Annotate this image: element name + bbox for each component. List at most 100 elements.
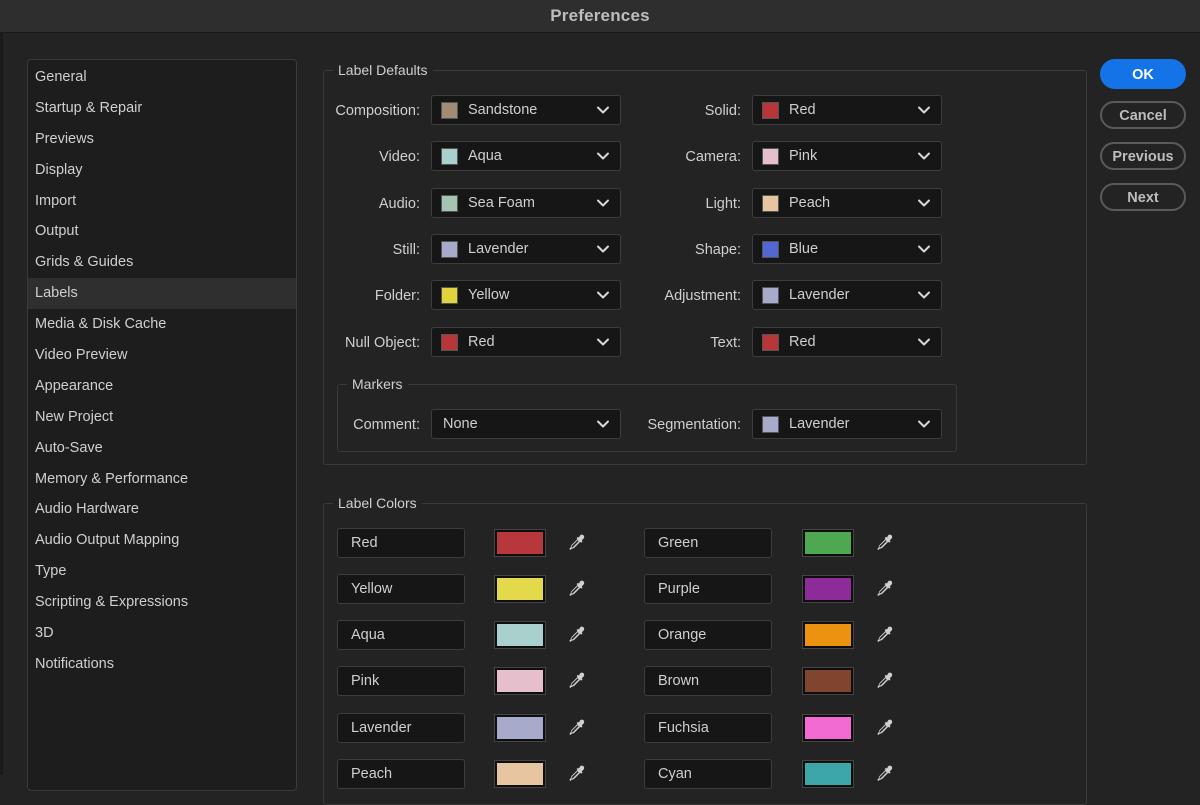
label-color-name-field[interactable]: Green (644, 528, 772, 558)
label-color-name-field[interactable]: Brown (644, 666, 772, 696)
sidebar-item[interactable]: 3D (28, 618, 296, 649)
color-swatch (762, 286, 779, 304)
eyedropper-icon[interactable] (567, 671, 587, 691)
eyedropper-icon[interactable] (875, 579, 895, 599)
dropdown-value: Lavender (468, 241, 529, 257)
label-color-name-field[interactable]: Cyan (644, 759, 772, 789)
eyedropper-icon[interactable] (875, 625, 895, 645)
chevron-down-icon (918, 152, 930, 160)
label-color-swatch[interactable] (494, 575, 546, 603)
eyedropper-icon[interactable] (567, 764, 587, 784)
chevron-down-icon (918, 291, 930, 299)
label-default-dropdown[interactable]: Red (752, 327, 942, 357)
label-color-swatch[interactable] (494, 760, 546, 788)
sidebar-item[interactable]: Audio Output Mapping (28, 525, 296, 556)
sidebar-item[interactable]: Import (28, 186, 296, 217)
sidebar-item[interactable]: Grids & Guides (28, 247, 296, 278)
eyedropper-icon[interactable] (875, 718, 895, 738)
dropdown-value: Red (789, 102, 816, 118)
label-color-swatch[interactable] (802, 714, 854, 742)
label-color-swatch[interactable] (802, 621, 854, 649)
sidebar-item[interactable]: General (28, 62, 296, 93)
segmentation-dropdown[interactable]: Lavender (752, 409, 942, 439)
sidebar-item[interactable]: New Project (28, 402, 296, 433)
eyedropper-icon[interactable] (567, 625, 587, 645)
eyedropper-icon[interactable] (567, 718, 587, 738)
label-color-swatch[interactable] (494, 621, 546, 649)
label-color-swatch[interactable] (802, 575, 854, 603)
dropdown-value: Sea Foam (468, 195, 535, 211)
sidebar-item[interactable]: Scripting & Expressions (28, 587, 296, 618)
comment-dropdown[interactable]: None (431, 409, 621, 439)
chevron-down-icon (918, 106, 930, 114)
eyedropper-icon[interactable] (875, 533, 895, 553)
label-color-name-field[interactable]: Orange (644, 620, 772, 650)
sidebar-item[interactable]: Audio Hardware (28, 494, 296, 525)
comment-label: Comment: (353, 417, 420, 433)
previous-button[interactable]: Previous (1100, 142, 1186, 170)
dropdown-value: Red (468, 334, 495, 350)
label-color-swatch[interactable] (802, 667, 854, 695)
chevron-down-icon (597, 338, 609, 346)
dropdown-value: Sandstone (468, 102, 538, 118)
sidebar-item[interactable]: Appearance (28, 371, 296, 402)
label-default-dropdown[interactable]: Peach (752, 188, 942, 218)
label-default-dropdown[interactable]: Sandstone (431, 95, 621, 125)
label-default-name: Camera: (685, 149, 741, 165)
sidebar-item[interactable]: Video Preview (28, 340, 296, 371)
dropdown-value: Red (789, 334, 816, 350)
sidebar-item[interactable]: Output (28, 216, 296, 247)
color-swatch (441, 240, 458, 258)
next-button[interactable]: Next (1100, 183, 1186, 211)
color-swatch (441, 101, 458, 119)
ok-button[interactable]: OK (1100, 59, 1186, 89)
eyedropper-icon[interactable] (875, 671, 895, 691)
color-swatch (441, 194, 458, 212)
label-default-dropdown[interactable]: Pink (752, 141, 942, 171)
sidebar-item[interactable]: Type (28, 556, 296, 587)
label-default-dropdown[interactable]: Sea Foam (431, 188, 621, 218)
label-default-dropdown[interactable]: Blue (752, 234, 942, 264)
label-default-name: Still: (392, 242, 420, 258)
label-color-swatch[interactable] (494, 667, 546, 695)
segmentation-swatch (762, 415, 779, 433)
label-default-name: Video: (379, 149, 420, 165)
sidebar-item[interactable]: Auto-Save (28, 433, 296, 464)
chevron-down-icon (918, 338, 930, 346)
label-default-dropdown[interactable]: Red (752, 95, 942, 125)
label-color-name-field[interactable]: Fuchsia (644, 713, 772, 743)
eyedropper-icon[interactable] (875, 764, 895, 784)
label-color-name-field[interactable]: Pink (337, 666, 465, 696)
chevron-down-icon (597, 291, 609, 299)
cancel-button[interactable]: Cancel (1100, 101, 1186, 129)
label-default-dropdown[interactable]: Yellow (431, 280, 621, 310)
label-default-dropdown[interactable]: Lavender (431, 234, 621, 264)
label-color-name-field[interactable]: Aqua (337, 620, 465, 650)
label-color-swatch[interactable] (802, 760, 854, 788)
sidebar-item[interactable]: Memory & Performance (28, 464, 296, 495)
label-color-swatch[interactable] (494, 529, 546, 557)
label-default-dropdown[interactable]: Aqua (431, 141, 621, 171)
label-default-dropdown[interactable]: Red (431, 327, 621, 357)
label-color-swatch[interactable] (802, 529, 854, 557)
sidebar-list: General Startup & Repair Previews Display Im… (28, 60, 296, 680)
chevron-down-icon (918, 420, 930, 428)
label-color-swatch[interactable] (494, 714, 546, 742)
sidebar-item[interactable]: Display (28, 155, 296, 186)
sidebar-item[interactable]: Labels (28, 278, 296, 310)
label-color-name-field[interactable]: Peach (337, 759, 465, 789)
title-bar: Preferences (0, 0, 1200, 33)
label-default-name: Adjustment: (664, 288, 741, 304)
label-color-name-field[interactable]: Red (337, 528, 465, 558)
color-swatch (441, 286, 458, 304)
label-color-name-field[interactable]: Purple (644, 574, 772, 604)
label-color-name-field[interactable]: Lavender (337, 713, 465, 743)
sidebar-item[interactable]: Startup & Repair (28, 93, 296, 124)
label-color-name-field[interactable]: Yellow (337, 574, 465, 604)
sidebar-item[interactable]: Notifications (28, 649, 296, 680)
sidebar-item[interactable]: Previews (28, 124, 296, 155)
eyedropper-icon[interactable] (567, 579, 587, 599)
eyedropper-icon[interactable] (567, 533, 587, 553)
label-default-dropdown[interactable]: Lavender (752, 280, 942, 310)
sidebar-item[interactable]: Media & Disk Cache (28, 309, 296, 340)
